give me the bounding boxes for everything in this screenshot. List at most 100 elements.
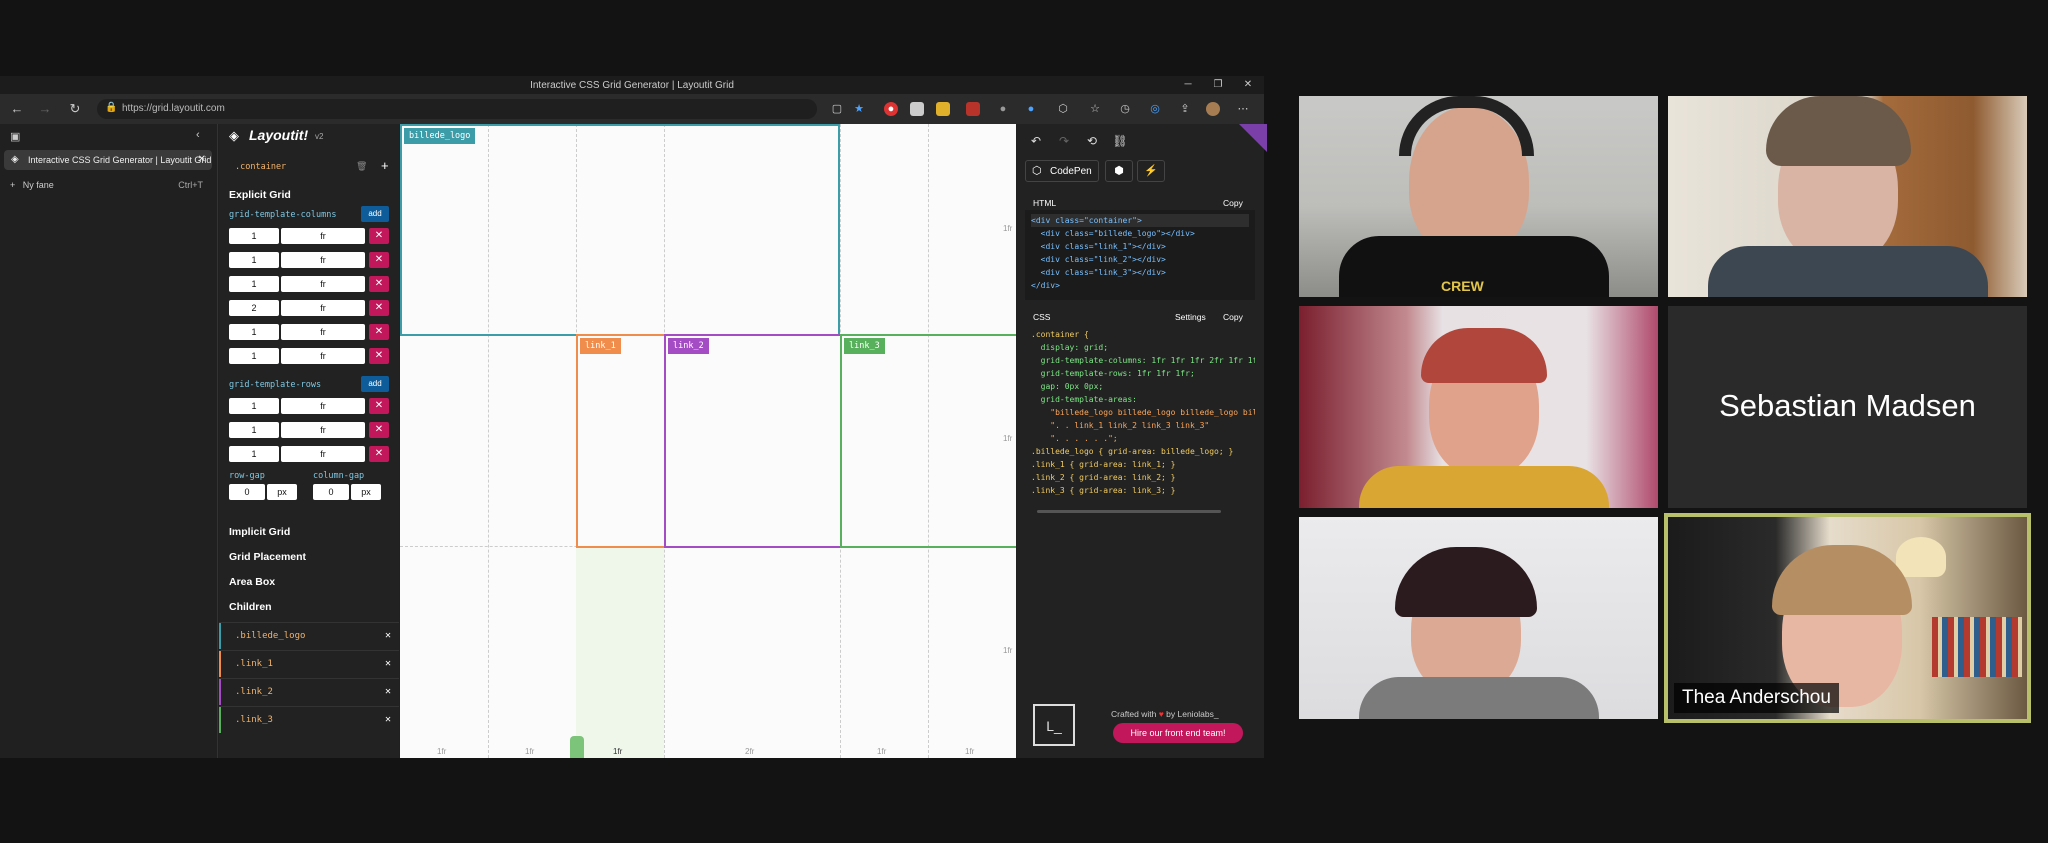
- link-icon[interactable]: ⛓: [1109, 132, 1131, 150]
- child-item[interactable]: .link_3 ✕: [219, 706, 399, 733]
- column-unit-select[interactable]: fr: [281, 276, 365, 292]
- column-gap-input[interactable]: 0: [313, 484, 349, 500]
- extension-circle-icon[interactable]: ●: [996, 102, 1010, 116]
- forward-icon[interactable]: →: [36, 101, 54, 116]
- copy-html-button[interactable]: Copy: [1223, 198, 1243, 208]
- remove-column-icon[interactable]: ✕: [369, 276, 389, 292]
- css-code-block[interactable]: .container { display: grid; grid-templat…: [1025, 324, 1255, 524]
- new-tab-button[interactable]: + Ny fane: [10, 180, 54, 190]
- remove-column-icon[interactable]: ✕: [369, 324, 389, 340]
- collapse-tabs-icon[interactable]: ‹: [196, 129, 200, 141]
- more-menu-icon[interactable]: ⋯: [1236, 102, 1250, 116]
- column-gap-unit-select[interactable]: px: [351, 484, 381, 500]
- code-scrollbar[interactable]: [1037, 510, 1221, 513]
- settings-button[interactable]: Settings: [1175, 312, 1206, 322]
- remove-row-icon[interactable]: ✕: [369, 398, 389, 414]
- reader-icon[interactable]: ▢: [830, 102, 844, 116]
- tab-layoutit[interactable]: ◈ Interactive CSS Grid Generator | Layou…: [4, 150, 212, 170]
- container-selector[interactable]: .container: [235, 162, 286, 172]
- remove-child-icon[interactable]: ✕: [385, 630, 391, 641]
- copy-css-button[interactable]: Copy: [1223, 312, 1243, 322]
- video-tile-participant-2[interactable]: [1668, 96, 2027, 297]
- column-unit-select[interactable]: fr: [281, 228, 365, 244]
- remove-child-icon[interactable]: ✕: [385, 714, 391, 725]
- column-resize-handle[interactable]: [570, 736, 584, 758]
- add-column-button[interactable]: add: [361, 206, 389, 222]
- column-size-input[interactable]: 1: [229, 348, 279, 364]
- column-unit-select[interactable]: fr: [281, 348, 365, 364]
- extension-adblock-icon[interactable]: [966, 102, 980, 116]
- area-link-2[interactable]: link_2: [664, 334, 842, 548]
- row-size-input[interactable]: 1: [229, 422, 279, 438]
- column-size-input[interactable]: 1: [229, 324, 279, 340]
- extension-red-icon[interactable]: ●: [884, 102, 898, 116]
- tab-close-icon[interactable]: ✕: [198, 154, 206, 165]
- delete-icon[interactable]: 🗑: [356, 161, 367, 172]
- back-icon[interactable]: ←: [8, 101, 26, 116]
- extension-gray-icon[interactable]: [910, 102, 924, 116]
- history-icon[interactable]: ◷: [1118, 102, 1132, 116]
- minimize-icon[interactable]: ─: [1178, 79, 1198, 90]
- remove-child-icon[interactable]: ✕: [385, 686, 391, 697]
- tab-actions-icon[interactable]: ▣: [10, 130, 20, 143]
- video-tile-participant-3[interactable]: [1299, 306, 1658, 508]
- column-size-input[interactable]: 1: [229, 228, 279, 244]
- column-size-input[interactable]: 1: [229, 276, 279, 292]
- grid-canvas[interactable]: billede_logo link_1 link_2 link_3 1fr 1f…: [400, 124, 1016, 758]
- url-field[interactable]: 🔒 https://grid.layoutit.com: [97, 99, 817, 119]
- column-unit-select[interactable]: fr: [281, 300, 365, 316]
- undo-icon[interactable]: ↶: [1025, 132, 1047, 150]
- video-tile-sebastian[interactable]: Sebastian Madsen: [1668, 306, 2027, 508]
- row-size-input[interactable]: 1: [229, 446, 279, 462]
- remove-row-icon[interactable]: ✕: [369, 446, 389, 462]
- explicit-grid-heading[interactable]: Explicit Grid: [229, 189, 291, 201]
- remove-column-icon[interactable]: ✕: [369, 300, 389, 316]
- implicit-grid-heading[interactable]: Implicit Grid: [229, 526, 290, 538]
- remove-child-icon[interactable]: ✕: [385, 658, 391, 669]
- redo-icon[interactable]: ↷: [1053, 132, 1075, 150]
- browser-essentials-icon[interactable]: ◎: [1148, 102, 1162, 116]
- extension-yellow-icon[interactable]: [936, 102, 950, 116]
- child-item[interactable]: .billede_logo ✕: [219, 622, 399, 649]
- video-tile-participant-1[interactable]: CREW: [1299, 96, 1658, 297]
- favorites-icon[interactable]: ☆: [1088, 102, 1102, 116]
- row-gap-input[interactable]: 0: [229, 484, 265, 500]
- remove-column-icon[interactable]: ✕: [369, 348, 389, 364]
- area-link-1[interactable]: link_1: [576, 334, 666, 548]
- stackblitz-icon[interactable]: ⚡: [1137, 160, 1165, 182]
- favorite-star-icon[interactable]: ★: [852, 102, 866, 116]
- hire-button[interactable]: Hire our front end team!: [1113, 723, 1243, 743]
- column-size-input[interactable]: 1: [229, 252, 279, 268]
- add-container-icon[interactable]: +: [381, 158, 389, 173]
- html-code-block[interactable]: <div class="container"> <div class="bill…: [1025, 210, 1255, 300]
- codesandbox-icon[interactable]: ⬢: [1105, 160, 1133, 182]
- version-label[interactable]: v2: [315, 132, 323, 141]
- row-unit-select[interactable]: fr: [281, 422, 365, 438]
- refresh-icon[interactable]: ↻: [66, 101, 84, 117]
- github-corner-icon[interactable]: [1239, 124, 1267, 152]
- extensions-puzzle-icon[interactable]: ⬡: [1056, 102, 1070, 116]
- column-size-input[interactable]: 2: [229, 300, 279, 316]
- video-tile-thea-active[interactable]: Thea Anderschou: [1664, 513, 2031, 723]
- row-unit-select[interactable]: fr: [281, 398, 365, 414]
- profile-avatar[interactable]: [1206, 102, 1220, 116]
- reset-icon[interactable]: ⟲: [1081, 132, 1103, 150]
- column-unit-select[interactable]: fr: [281, 324, 365, 340]
- column-unit-select[interactable]: fr: [281, 252, 365, 268]
- leniolabs-credit[interactable]: by Leniolabs_: [1166, 709, 1218, 719]
- grid-placement-heading[interactable]: Grid Placement: [229, 551, 306, 563]
- share-icon[interactable]: ⇪: [1178, 102, 1192, 116]
- row-size-input[interactable]: 1: [229, 398, 279, 414]
- area-billede-logo[interactable]: billede_logo: [400, 124, 840, 336]
- row-gap-unit-select[interactable]: px: [267, 484, 297, 500]
- close-icon[interactable]: ✕: [1238, 79, 1258, 90]
- remove-column-icon[interactable]: ✕: [369, 228, 389, 244]
- add-row-button[interactable]: add: [361, 376, 389, 392]
- remove-column-icon[interactable]: ✕: [369, 252, 389, 268]
- area-box-heading[interactable]: Area Box: [229, 576, 275, 588]
- area-link-3[interactable]: link_3: [840, 334, 1016, 548]
- row-unit-select[interactable]: fr: [281, 446, 365, 462]
- child-item[interactable]: .link_2 ✕: [219, 678, 399, 705]
- maximize-icon[interactable]: ❐: [1208, 79, 1228, 90]
- video-tile-participant-5[interactable]: [1299, 517, 1658, 719]
